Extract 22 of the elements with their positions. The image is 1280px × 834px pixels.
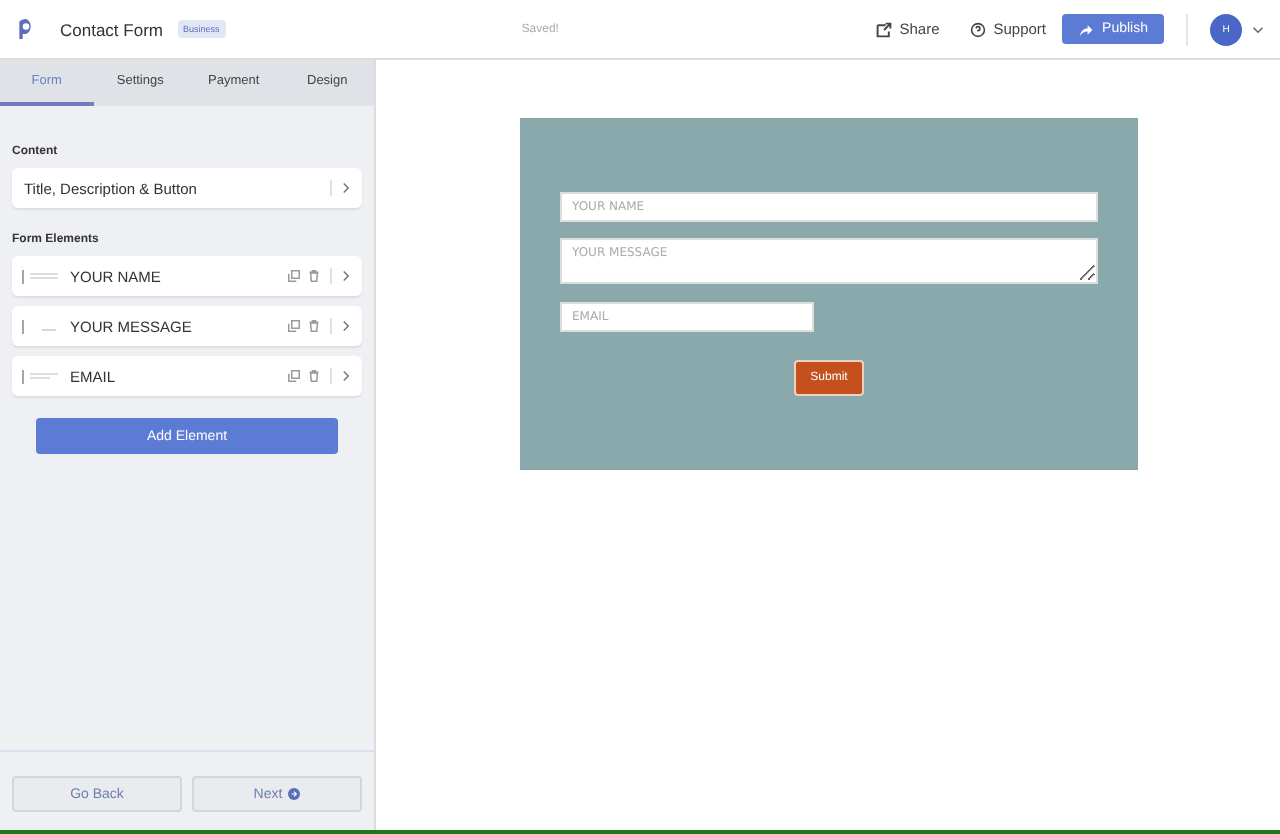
chevron-right-icon	[342, 320, 350, 332]
form-title: Contact Form	[60, 19, 163, 39]
input-type-icon	[30, 270, 58, 282]
forward-arrow-icon	[1078, 21, 1095, 37]
duplicate-icon[interactable]	[288, 270, 300, 282]
input-type-icon	[30, 370, 58, 382]
duplicate-icon[interactable]	[288, 320, 300, 332]
chevron-right-icon	[342, 182, 350, 194]
chevron-right-icon	[342, 370, 350, 382]
chevron-right-icon	[342, 270, 350, 282]
drag-handle-icon[interactable]	[20, 269, 26, 283]
chevron-down-icon[interactable]	[1252, 25, 1264, 33]
trash-icon[interactable]	[308, 370, 320, 382]
duplicate-icon[interactable]	[288, 370, 300, 382]
help-icon	[969, 21, 986, 37]
logo-icon	[16, 16, 36, 42]
arrow-circle-icon	[288, 788, 301, 800]
drag-handle-icon[interactable]	[20, 319, 26, 333]
trash-icon[interactable]	[308, 270, 320, 282]
trash-icon[interactable]	[308, 320, 320, 332]
drag-handle-icon[interactable]	[20, 369, 26, 383]
share-icon	[875, 21, 892, 37]
